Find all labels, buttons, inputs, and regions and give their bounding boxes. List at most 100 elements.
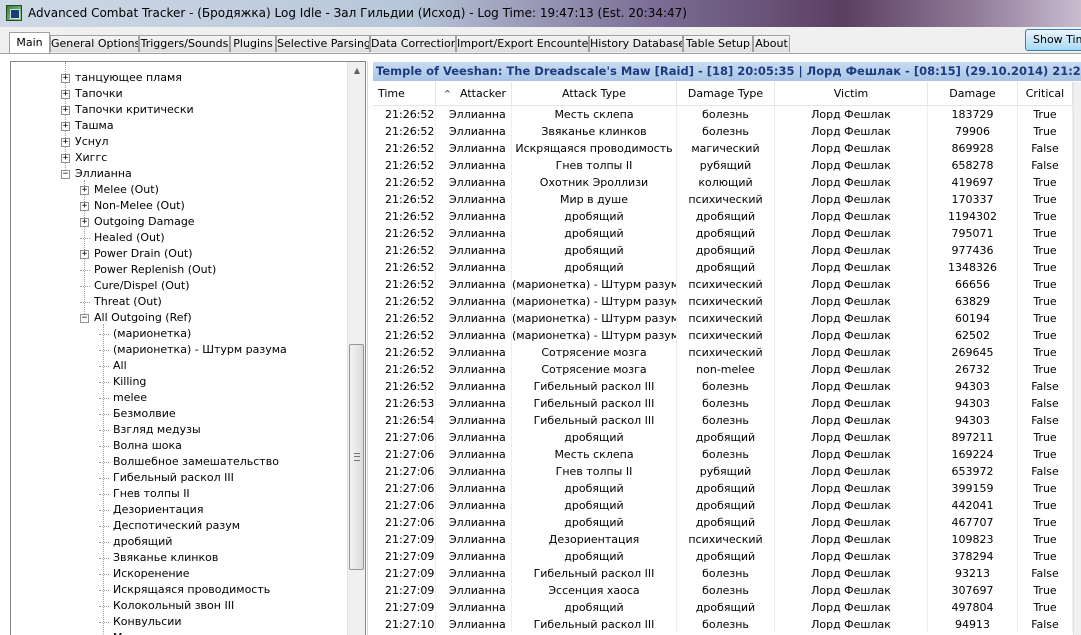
expand-icon[interactable]: + (61, 138, 70, 147)
scroll-up-arrow-icon[interactable]: ▲ (348, 62, 365, 79)
tree-item[interactable]: (марионетка) - Штурм разума (99, 342, 287, 358)
tab-plugins[interactable]: Plugins (230, 35, 276, 52)
table-scrollbar[interactable] (1073, 82, 1081, 635)
tree-item[interactable]: Искоренение (99, 566, 189, 582)
table-row[interactable]: 21:27:06 Эллианна дробящий дробящий Лорд Феш… (373, 497, 1081, 514)
table-row[interactable]: 21:27:09 Эллианна дробящий дробящий Лорд Феш… (373, 548, 1081, 565)
table-row[interactable]: 21:26:54 Эллианна Гибельный раскол III боле… (373, 412, 1081, 429)
tree-item[interactable]: Гибельный раскол III (99, 470, 234, 486)
combatant-tree[interactable]: + танцующее пламя + Тапочки + Тапочки критиче… (10, 61, 366, 635)
expand-icon[interactable]: + (61, 106, 70, 115)
tree-item[interactable]: + Уснул (61, 134, 108, 150)
tree-item[interactable]: Cure/Dispel (Out) (80, 278, 190, 294)
tab-triggers-sounds[interactable]: Triggers/Sounds (139, 35, 230, 52)
tree-item[interactable]: дробящий (99, 534, 172, 550)
tree-item[interactable]: Волна шока (99, 438, 182, 454)
column-header-attacker[interactable]: ^ Attacker (436, 82, 512, 105)
tree-item[interactable]: + танцующее пламя (61, 70, 182, 86)
table-row[interactable]: 21:26:52 Эллианна дробящий дробящий Лорд Феш… (373, 208, 1081, 225)
tree-item[interactable]: + Outgoing Damage (80, 214, 195, 230)
table-row[interactable]: 21:26:52 Эллианна (марионетка) - Штурм раз… (373, 310, 1081, 327)
tree-scrollbar[interactable]: ▲ (347, 62, 365, 635)
expand-icon[interactable]: + (80, 250, 89, 259)
expand-icon[interactable]: + (80, 218, 89, 227)
tree-item[interactable]: All (99, 358, 127, 374)
tab-data-correction[interactable]: Data Correction (370, 35, 456, 52)
table-row[interactable]: 21:26:52 Эллианна дробящий дробящий Лорд Феш… (373, 259, 1081, 276)
column-header-critical[interactable]: Critical (1018, 82, 1073, 105)
tree-item[interactable]: Безмолвие (99, 406, 176, 422)
table-row[interactable]: 21:27:09 Эллианна Эссенция хаоса болезнь Лор… (373, 582, 1081, 599)
tree-item[interactable]: + Power Drain (Out) (80, 246, 193, 262)
tree-item[interactable]: + Хиггс (61, 150, 107, 166)
table-row[interactable]: 21:27:06 Эллианна Гнев толпы II рубящий Лорд… (373, 463, 1081, 480)
tree-item[interactable]: Взгляд медузы (99, 422, 201, 438)
column-header-time[interactable]: Time (373, 82, 436, 105)
table-row[interactable]: 21:27:09 Эллианна Гибельный раскол III боле… (373, 565, 1081, 582)
tree-item[interactable]: + Тапочки критически (61, 102, 194, 118)
table-row[interactable]: 21:27:06 Эллианна дробящий дробящий Лорд Феш… (373, 480, 1081, 497)
tab-main[interactable]: Main (9, 32, 50, 53)
splitter[interactable] (367, 61, 368, 635)
table-row[interactable]: 21:26:52 Эллианна Сотрясение мозга психичес… (373, 344, 1081, 361)
tree-item[interactable]: Искрящаяся проводимость (99, 582, 270, 598)
tree-item[interactable]: + Non-Melee (Out) (80, 198, 185, 214)
column-header-attack-type[interactable]: Attack Type (512, 82, 677, 105)
tab-import-export[interactable]: Import/Export Encounters (456, 35, 589, 52)
expand-icon[interactable]: + (61, 122, 70, 131)
table-row[interactable]: 21:26:52 Эллианна Сотрясение мозга non-mele… (373, 361, 1081, 378)
column-header-victim[interactable]: Victim (775, 82, 928, 105)
tab-history-database[interactable]: History Database (589, 35, 683, 52)
table-row[interactable]: 21:27:06 Эллианна дробящий дробящий Лорд Феш… (373, 429, 1081, 446)
tree-item[interactable]: Healed (Out) (80, 230, 165, 246)
tree-item[interactable]: (марионетка) (99, 326, 191, 342)
table-row[interactable]: 21:27:09 Эллианна дробящий дробящий Лорд Феш… (373, 599, 1081, 616)
tree-item[interactable]: + Ташма (61, 118, 114, 134)
tree-item[interactable]: Звяканье клинков (99, 550, 218, 566)
tab-selective-parsing[interactable]: Selective Parsing (276, 35, 370, 52)
table-row[interactable]: 21:27:06 Эллианна дробящий дробящий Лорд Феш… (373, 514, 1081, 531)
table-row[interactable]: 21:26:52 Эллианна Гнев толпы II рубящий Лорд… (373, 157, 1081, 174)
tree-item[interactable]: Threat (Out) (80, 294, 162, 310)
table-row[interactable]: 21:26:52 Эллианна Искрящаяся проводимость м… (373, 140, 1081, 157)
show-timers-button[interactable]: Show Tim (1025, 29, 1081, 51)
tree-item[interactable]: Дезориентация (99, 502, 203, 518)
column-header-damage-type[interactable]: Damage Type (677, 82, 775, 105)
tab-about[interactable]: About (753, 35, 790, 52)
tree-item[interactable]: melee (99, 390, 147, 406)
table-row[interactable]: 21:26:53 Эллианна Гибельный раскол III боле… (373, 395, 1081, 412)
expand-icon[interactable]: + (61, 154, 70, 163)
tab-general-options[interactable]: General Options (50, 35, 139, 52)
table-row[interactable]: 21:26:52 Эллианна дробящий дробящий Лорд Феш… (373, 242, 1081, 259)
tree-item[interactable]: Power Replenish (Out) (80, 262, 216, 278)
table-row[interactable]: 21:26:52 Эллианна дробящий дробящий Лорд Феш… (373, 225, 1081, 242)
expand-icon[interactable]: + (80, 202, 89, 211)
tree-item[interactable]: Гнев толпы II (99, 486, 190, 502)
table-row[interactable]: 21:27:06 Эллианна Месть склепа болезнь Лорд … (373, 446, 1081, 463)
tree-item[interactable]: Деспотический разум (99, 518, 240, 534)
tree-item[interactable]: − Эллианна (61, 166, 132, 182)
table-row[interactable]: 21:26:52 Эллианна (марионетка) - Штурм раз… (373, 276, 1081, 293)
table-row[interactable]: 21:26:52 Эллианна Охотник Эроллизи колющий Л… (373, 174, 1081, 191)
tree-item[interactable]: Конвульсии (99, 614, 182, 630)
tree-item[interactable]: + Тапочки (61, 86, 123, 102)
tree-item[interactable]: + Melee (Out) (80, 182, 159, 198)
table-row[interactable]: 21:26:52 Эллианна Мир в душе психический Лор… (373, 191, 1081, 208)
expand-icon[interactable]: + (61, 90, 70, 99)
table-row[interactable]: 21:27:09 Эллианна Дезориентация психический… (373, 531, 1081, 548)
tree-scroll-thumb[interactable] (349, 344, 364, 570)
table-row[interactable]: 21:26:52 Эллианна Гибельный раскол III боле… (373, 378, 1081, 395)
tree-item[interactable]: Волшебное замешательство (99, 454, 279, 470)
table-row[interactable]: 21:27:10 Эллианна Гибельный раскол III боле… (373, 616, 1081, 633)
table-row[interactable]: 21:26:52 Эллианна (марионетка) - Штурм раз… (373, 327, 1081, 344)
table-row[interactable]: 21:26:52 Эллианна (марионетка) - Штурм раз… (373, 293, 1081, 310)
table-row[interactable]: 21:26:52 Эллианна Месть склепа болезнь Лорд … (373, 106, 1081, 123)
tree-item[interactable]: Месть склепа (113, 630, 192, 635)
expand-icon[interactable]: + (61, 74, 70, 83)
expand-icon[interactable]: + (80, 186, 89, 195)
tab-table-setup[interactable]: Table Setup (683, 35, 753, 52)
collapse-icon[interactable]: − (61, 170, 70, 179)
column-header-damage[interactable]: Damage (928, 82, 1018, 105)
table-row[interactable]: 21:26:52 Эллианна Звяканье клинков болезнь Л… (373, 123, 1081, 140)
collapse-icon[interactable]: − (80, 314, 89, 323)
